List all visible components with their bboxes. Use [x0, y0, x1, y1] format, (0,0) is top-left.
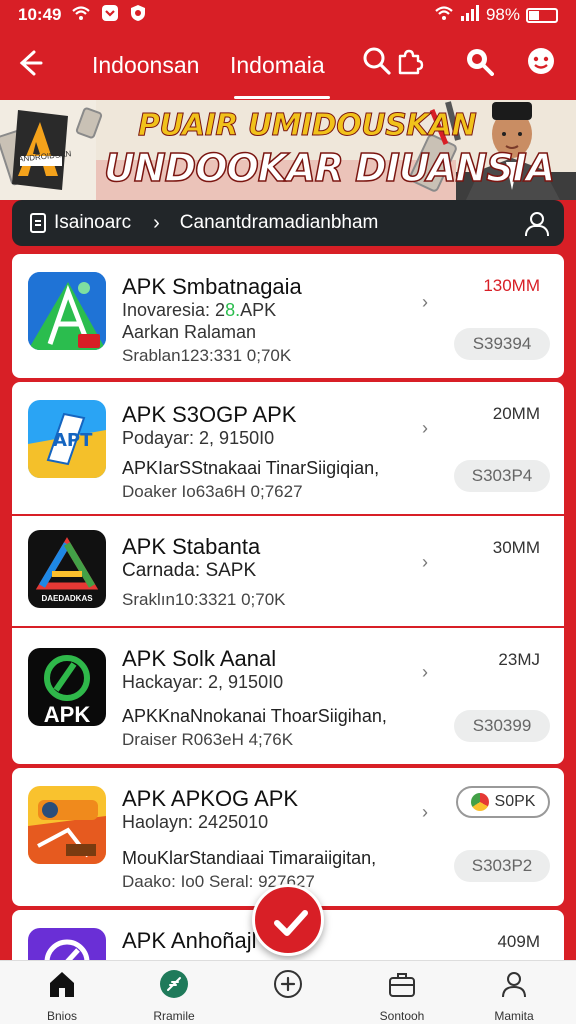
bottom-nav-toolbox[interactable]: Sontooh — [352, 967, 452, 1023]
chevron-right-icon[interactable]: › — [422, 292, 428, 313]
breadcrumb: Isainoarc › Canantdramadianbham — [12, 200, 564, 246]
active-tab-indicator — [234, 96, 330, 99]
bottom-nav-label: Bnios — [46, 1009, 78, 1023]
app-size: 30MM — [492, 538, 540, 557]
app-size: 20MM — [492, 404, 540, 423]
wifi-icon — [71, 5, 91, 25]
wifi-icon — [434, 5, 454, 26]
breadcrumb-item-1[interactable]: Isainoarc — [54, 212, 131, 234]
app-title: APK S3OGP APK — [122, 402, 297, 427]
download-button[interactable]: S39394 — [454, 328, 550, 360]
app-icon-apk-green: APK — [28, 648, 106, 726]
battery-icon — [526, 7, 558, 23]
chevron-right-icon: › — [153, 211, 160, 234]
app-title: APK APKOG APK — [122, 786, 299, 811]
breadcrumb-item-2[interactable]: Canantdramadianbham — [180, 212, 379, 234]
app-icon-caption: DAEDADKAS — [41, 594, 93, 603]
app-size: 130MM — [483, 276, 540, 295]
user-icon[interactable] — [524, 212, 549, 236]
chrome-icon — [470, 793, 489, 811]
bottom-nav-home[interactable]: Bnios — [12, 967, 112, 1023]
app-developer: Aarkan Ralaman — [122, 322, 257, 342]
signal-icon — [460, 4, 480, 26]
app-subtitle: Hackayar: 2, 9150I0 — [122, 672, 284, 692]
app-icon-orange — [28, 786, 106, 864]
status-right: 98% — [434, 4, 558, 26]
tab-indoonsan[interactable]: Indoonsan — [92, 52, 199, 79]
app-subtitle-accent: 8. — [225, 300, 241, 320]
home-icon — [12, 967, 112, 1001]
banner-headline-2: UNDOOKAR DIUANSIA — [103, 145, 556, 191]
list-item[interactable]: APT APK S3OGP APK Podayar: 2, 9150I0 APK… — [12, 382, 564, 514]
add-icon — [238, 967, 338, 1001]
app-icon-blue-a — [28, 272, 106, 350]
bottom-nav-feather[interactable]: Rramile — [124, 967, 224, 1023]
app-title: APK Solk Aanal — [122, 646, 277, 671]
check-icon — [274, 910, 308, 936]
bottom-nav-label: Sontooh — [379, 1009, 425, 1023]
top-nav: Indoonsan Indomaia — [0, 30, 576, 100]
bottom-nav: Bnios Rramile Sontooh Mamita — [0, 960, 576, 1024]
app-developer: MouKlarStandiaai Timaraiigitan, — [122, 848, 377, 868]
app-subtitle: Haolayn: 2425010 — [122, 812, 269, 832]
document-icon — [30, 213, 46, 233]
app-subtitle-tail: APK — [240, 300, 277, 320]
list-item[interactable]: DAEDADKAS APK Stabanta Carnada: SAPK Sra… — [12, 516, 564, 626]
chevron-right-icon[interactable]: › — [422, 662, 428, 683]
feather-icon — [124, 967, 224, 1001]
app-developer: APKKnaNnokanai ThoarSiigihan, — [122, 706, 387, 726]
shield-icon — [129, 4, 147, 26]
person-icon — [464, 967, 564, 1001]
chevron-right-icon[interactable]: › — [422, 418, 428, 439]
promo-banner[interactable]: PUAIR UMIDOUSKAN UNDOOKAR DIUANSIA ANDRO… — [0, 100, 576, 200]
app-icon-android-a: DAEDADKAS — [28, 530, 106, 608]
app-title: APK Anhoñajl — [122, 928, 257, 953]
app-developer: APKIarSStnakaai TinarSiigiqian, — [122, 458, 380, 478]
app-icon-caption: APK — [43, 702, 91, 726]
svg-text:APT: APT — [53, 430, 93, 451]
app-subtitle: Inovaresia: 28.APK — [122, 300, 276, 321]
puzzle-icon[interactable] — [394, 46, 424, 83]
bottom-nav-label: Rramile — [153, 1009, 195, 1023]
check-fab-button[interactable] — [252, 884, 324, 956]
search-icon[interactable] — [362, 46, 392, 83]
list-item[interactable]: APK APK Solk Aanal Hackayar: 2, 9150I0 A… — [12, 628, 564, 764]
app-subtitle: Carnada: SAPK — [122, 560, 257, 581]
list-item[interactable]: APK Smbatnagaia Inovaresia: 28.APK Aarka… — [12, 254, 564, 378]
app-size: 409M — [497, 932, 540, 951]
download-button[interactable]: S30399 — [454, 710, 550, 742]
app-subtitle: Podayar: 2, 9150I0 — [122, 428, 275, 448]
battery-percent: 98% — [485, 5, 520, 24]
app-size: 23MJ — [498, 650, 540, 669]
back-arrow-icon[interactable] — [14, 48, 44, 84]
app-meta: Draiser R063eH 4;76K — [122, 730, 294, 749]
toolbox-icon — [352, 967, 452, 1001]
app-meta: Doaker Io63a6H 0;7627 — [122, 482, 303, 501]
chevron-right-icon[interactable]: › — [422, 802, 428, 823]
bottom-nav-label: Mamita — [494, 1009, 534, 1023]
app-subtitle-text: Inovaresia: 2 — [122, 300, 226, 320]
app-title: APK Smbatnagaia — [122, 274, 302, 299]
status-bar: 10:49 98% — [0, 0, 576, 30]
download-button[interactable]: S303P4 — [454, 460, 550, 492]
app-icon-apt: APT — [28, 400, 106, 478]
tab-indomaia[interactable]: Indomaia — [230, 52, 325, 79]
download-button[interactable]: S303P2 — [454, 850, 550, 882]
app-meta: Sraklın10:3321 0;70K — [122, 590, 286, 609]
app-tag-label: S0PK — [494, 793, 536, 810]
app-meta: Srablan123:331 0;70K — [122, 346, 292, 365]
app-title: APK Stabanta — [122, 534, 261, 559]
chevron-right-icon[interactable]: › — [422, 552, 428, 573]
zoom-search-icon[interactable] — [464, 46, 494, 83]
notification-icon — [101, 4, 119, 26]
status-time: 10:49 — [18, 5, 62, 24]
bottom-nav-add[interactable] — [238, 967, 338, 1009]
bottom-nav-profile[interactable]: Mamita — [464, 967, 564, 1023]
app-tag-pill[interactable]: S0PK — [456, 786, 550, 818]
banner-headline-1: PUAIR UMIDOUSKAN — [137, 108, 477, 144]
mascot-icon[interactable] — [526, 46, 556, 83]
